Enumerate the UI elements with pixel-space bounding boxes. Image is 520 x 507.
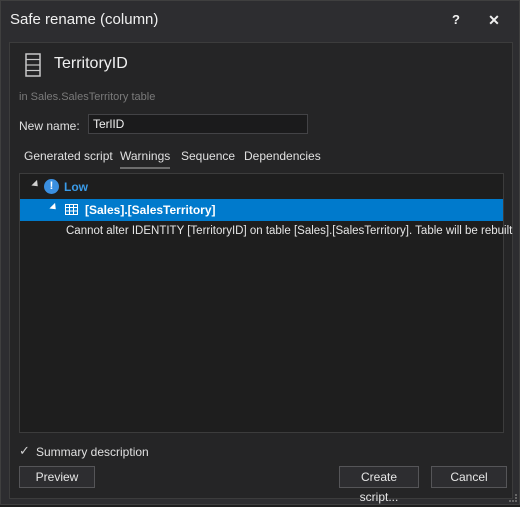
warning-message: Cannot alter IDENTITY [TerritoryID] on t…: [66, 225, 513, 237]
resize-grip[interactable]: [509, 494, 517, 502]
expand-arrow-icon[interactable]: [31, 179, 41, 190]
create-script-button[interactable]: Create script...: [339, 466, 419, 504]
tab-generated-script[interactable]: Generated script: [24, 149, 113, 163]
warning-object-row[interactable]: [Sales].[SalesTerritory]: [20, 199, 503, 221]
tab-sequence[interactable]: Sequence: [181, 149, 235, 163]
preview-button[interactable]: Preview: [19, 466, 95, 488]
close-button[interactable]: ✕: [481, 9, 507, 31]
new-name-label: New name:: [19, 119, 80, 133]
content-panel: TerritoryID in Sales.SalesTerritory tabl…: [9, 42, 513, 504]
info-icon: !: [44, 179, 59, 194]
title-bar: Safe rename (column) ? ✕: [1, 1, 519, 39]
severity-label: Low: [64, 180, 88, 194]
warning-group-row[interactable]: ! Low: [20, 176, 503, 198]
active-tab-indicator: [120, 167, 170, 169]
expand-arrow-icon[interactable]: [49, 202, 59, 213]
window-title: Safe rename (column): [10, 11, 159, 28]
column-name-title: TerritoryID: [54, 55, 128, 72]
summary-checkbox-label: Summary description: [36, 445, 149, 459]
column-icon: [25, 53, 41, 77]
dialog-window: Safe rename (column) ? ✕ TerritoryID in …: [0, 0, 520, 505]
new-name-input[interactable]: [88, 114, 308, 134]
help-button[interactable]: ?: [443, 9, 469, 31]
object-label: [Sales].[SalesTerritory]: [85, 203, 216, 217]
warnings-tree[interactable]: ! Low [Sales].[SalesTerritory] Cannot al…: [19, 173, 512, 433]
table-subtitle: in Sales.SalesTerritory table: [19, 91, 156, 103]
summary-checkbox[interactable]: ✓: [19, 444, 33, 458]
cancel-button[interactable]: Cancel: [431, 466, 507, 488]
warning-message-row[interactable]: Cannot alter IDENTITY [TerritoryID] on t…: [20, 221, 512, 243]
tab-warnings[interactable]: Warnings: [120, 149, 170, 163]
table-icon: [65, 204, 78, 215]
tab-dependencies[interactable]: Dependencies: [244, 149, 321, 163]
